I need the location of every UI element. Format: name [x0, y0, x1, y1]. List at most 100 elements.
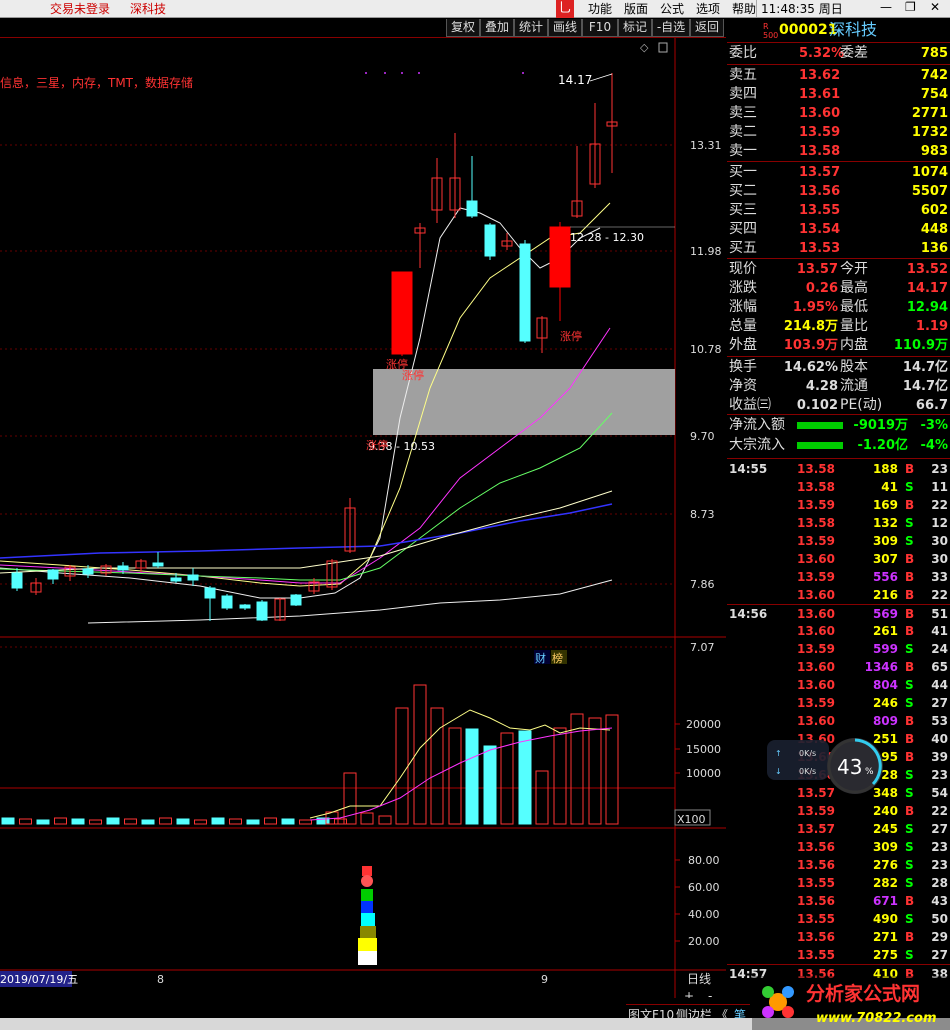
volume-bar: [588, 717, 602, 825]
tick-row[interactable]: 13.58 132 S 12: [727, 514, 950, 532]
percent-unit: %: [865, 767, 874, 777]
tick-side: B: [905, 714, 915, 728]
tick-row[interactable]: 13.60 261 B 41: [727, 622, 950, 640]
month-label-9: 9: [541, 973, 548, 986]
tick-volume: 188: [872, 462, 898, 476]
tick-side: S: [905, 786, 914, 800]
candlestick: [239, 604, 251, 609]
minimize-icon[interactable]: —: [880, 0, 892, 14]
tick-row[interactable]: 13.60 804 S 44: [727, 676, 950, 694]
volume-bar: [246, 819, 260, 825]
ask-level-row[interactable]: 卖四 13.61 754: [727, 85, 950, 104]
fundamental-value: 66.7: [915, 398, 948, 413]
ask-level-row[interactable]: 卖五 13.62 742: [727, 66, 950, 85]
tick-row[interactable]: 13.55 282 S 28: [727, 874, 950, 892]
tick-count: 51: [931, 607, 948, 621]
ask-volume: 1732: [911, 125, 948, 140]
fundamental-value: 14.7亿: [902, 379, 948, 394]
ask-level-row[interactable]: 卖一 13.58 983: [727, 142, 950, 161]
tick-row[interactable]: 13.60 809 B 53: [727, 712, 950, 730]
quote-row: 总量 214.8万 量比 1.19: [727, 317, 950, 336]
overlay-button[interactable]: 叠加: [480, 19, 514, 37]
ask-level-row[interactable]: 卖二 13.59 1732: [727, 123, 950, 142]
close-icon[interactable]: ✕: [930, 0, 940, 14]
tick-row[interactable]: 13.60 1346 B 65: [727, 658, 950, 676]
bid-level-label: 买五: [729, 240, 757, 256]
menu-item-layout[interactable]: 版面: [624, 0, 648, 17]
tick-side: B: [905, 570, 915, 584]
ma-green-line: [0, 412, 613, 581]
tick-row[interactable]: 13.56 671 B 43: [727, 892, 950, 910]
tick-side: B: [905, 930, 915, 944]
tick-side: B: [905, 624, 915, 638]
quote-value: 14.17: [906, 281, 948, 296]
candlestick: [152, 562, 164, 567]
tick-row[interactable]: 13.59 309 S 30: [727, 532, 950, 550]
menu-item-help[interactable]: 帮助: [732, 0, 756, 17]
zoom-out-button[interactable]: -: [708, 989, 712, 998]
tick-count: 22: [931, 588, 948, 602]
tick-row[interactable]: 13.56 309 S 23: [727, 838, 950, 856]
tick-price: 13.60: [797, 678, 835, 692]
tick-row[interactable]: 13.59 556 B 33: [727, 568, 950, 586]
tick-row[interactable]: 13.60 216 B 22: [727, 586, 950, 604]
tick-row[interactable]: 13.56 276 S 23: [727, 856, 950, 874]
price-axis: 13.31 11.98 10.78 9.70 8.73 7.86 7.07: [690, 139, 722, 654]
back-button[interactable]: 返回: [690, 19, 724, 37]
tick-side: B: [905, 588, 915, 602]
add-favorite-button[interactable]: -自选: [652, 19, 690, 37]
tick-row[interactable]: 13.55 275 S 27: [727, 946, 950, 964]
ask-price: 13.59: [799, 125, 841, 140]
weicha-label: 委差: [840, 45, 868, 61]
restore-rights-button[interactable]: 复权: [446, 19, 480, 37]
period-label[interactable]: 日线: [687, 972, 711, 986]
tick-row[interactable]: 13.58 41 S 11: [727, 478, 950, 496]
f10-button[interactable]: F10: [582, 19, 618, 37]
bid-level-row[interactable]: 买三 13.55 602: [727, 201, 950, 220]
tick-count: 29: [931, 930, 948, 944]
bid-level-row[interactable]: 买五 13.53 136: [727, 239, 950, 258]
tick-row[interactable]: 13.59 246 S 27: [727, 694, 950, 712]
tick-volume: 599: [872, 642, 898, 656]
limit-up-label: 涨停: [560, 329, 582, 343]
volume-bar: [264, 817, 277, 825]
tick-row[interactable]: 13.57 245 S 27: [727, 820, 950, 838]
fund-flow-value: -9019万: [853, 418, 908, 433]
restore-icon[interactable]: ❐: [905, 0, 916, 14]
tick-row[interactable]: 14:56 13.60 569 B 51: [727, 604, 950, 622]
mark-button[interactable]: 标记: [618, 19, 652, 37]
tick-row[interactable]: 14:55 13.58 188 B 23: [727, 460, 950, 478]
ask-level-row[interactable]: 卖三 13.60 2771: [727, 104, 950, 123]
menu-item-function[interactable]: 功能: [588, 0, 612, 17]
draw-line-button[interactable]: 画线: [548, 19, 582, 37]
bid-level-row[interactable]: 买二 13.56 5507: [727, 182, 950, 201]
tick-row[interactable]: 13.55 490 S 50: [727, 910, 950, 928]
diamond-icon[interactable]: ◇: [640, 41, 649, 54]
menu-item-formula[interactable]: 公式: [660, 0, 684, 17]
tick-row[interactable]: 13.60 307 B 30: [727, 550, 950, 568]
tick-volume: 809: [872, 714, 898, 728]
ranking-badge[interactable]: 榜: [552, 651, 563, 665]
bid-level-label: 买二: [729, 183, 757, 199]
tick-row[interactable]: 13.56 271 B 29: [727, 928, 950, 946]
tick-row[interactable]: 13.59 169 B 22: [727, 496, 950, 514]
finance-badge[interactable]: 财: [535, 651, 546, 665]
network-speed-widget[interactable]: ↑ ↓ 0K/s 0K/s 43 %: [767, 736, 885, 796]
tick-price: 13.56: [797, 894, 835, 908]
candlestick: [466, 200, 478, 217]
tick-row[interactable]: 13.59 599 S 24: [727, 640, 950, 658]
tick-row[interactable]: 13.59 240 B 22: [727, 802, 950, 820]
watermark-url: www.70822.com: [816, 1011, 937, 1026]
weicha-value: 785: [920, 46, 948, 61]
bid-level-row[interactable]: 买四 13.54 448: [727, 220, 950, 239]
zoom-in-button[interactable]: +: [684, 989, 694, 998]
menu-item-options[interactable]: 选项: [696, 0, 720, 17]
kline-chart[interactable]: 13.31 11.98 10.78 9.70 8.73 7.86 7.07 信息，三星，内存…: [0, 38, 726, 998]
bid-level-row[interactable]: 买一 13.57 1074: [727, 163, 950, 182]
panel-toggle-icon[interactable]: [658, 42, 668, 53]
tick-price: 13.60: [797, 714, 835, 728]
volume-bar: [89, 819, 102, 825]
login-status[interactable]: 交易未登录: [50, 0, 110, 17]
statistics-button[interactable]: 统计: [514, 19, 548, 37]
fund-flow-bar: [797, 422, 843, 429]
